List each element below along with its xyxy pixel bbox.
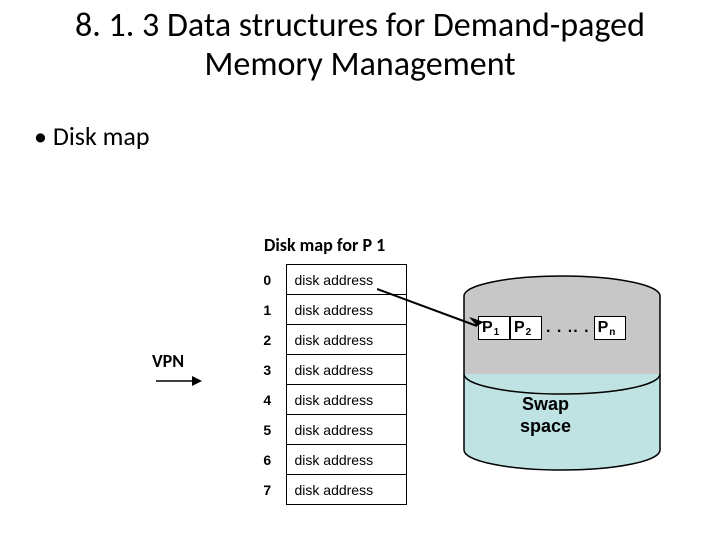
table-row: 7disk address	[254, 475, 406, 505]
row-index: 4	[254, 385, 286, 415]
row-value: disk address	[286, 385, 406, 415]
bullet-disk-map: Disk map	[34, 120, 720, 152]
row-value: disk address	[286, 475, 406, 505]
row-index: 1	[254, 295, 286, 325]
vpn-arrow-icon	[156, 374, 202, 388]
row-index: 0	[254, 265, 286, 295]
table-row: 5disk address	[254, 415, 406, 445]
table-row: 6disk address	[254, 445, 406, 475]
vpn-label: VPN	[152, 350, 184, 372]
disk-map-to-cylinder-arrow-icon	[377, 286, 497, 351]
slide-title: 8. 1. 3 Data structures for Demand-paged…	[40, 6, 680, 84]
process-row: P1 P2 . . .. . Pn	[478, 316, 626, 340]
row-index: 2	[254, 325, 286, 355]
row-index: 5	[254, 415, 286, 445]
row-index: 7	[254, 475, 286, 505]
process-ellipsis: . . .. .	[546, 319, 590, 337]
row-value: disk address	[286, 445, 406, 475]
swap-space-label: Swapspace	[520, 394, 571, 437]
row-index: 3	[254, 355, 286, 385]
table-row: 4disk address	[254, 385, 406, 415]
process-box-p2: P2	[510, 316, 542, 340]
row-index: 6	[254, 445, 286, 475]
row-value: disk address	[286, 355, 406, 385]
row-value: disk address	[286, 415, 406, 445]
table-row: 3disk address	[254, 355, 406, 385]
disk-map-caption: Disk map for P 1	[264, 234, 385, 256]
process-box-pn: Pn	[594, 316, 626, 340]
